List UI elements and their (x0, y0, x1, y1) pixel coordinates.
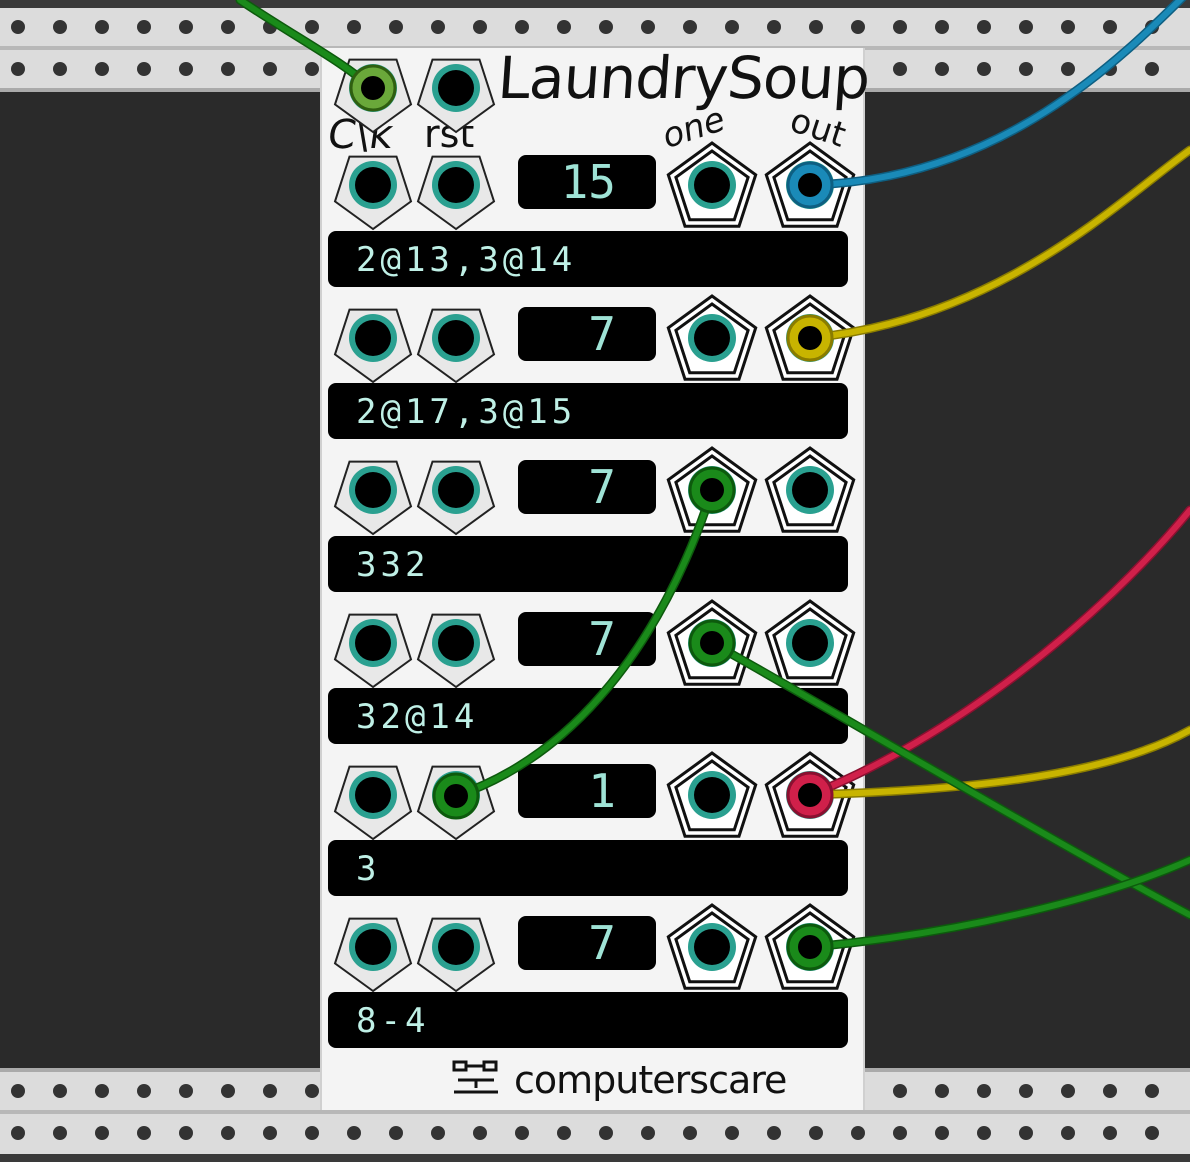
step-display-4: 7 (518, 612, 656, 666)
step-display-1: 15 (518, 155, 656, 209)
sequence-field-5[interactable]: 3 (328, 840, 848, 896)
sequence-field-4[interactable]: 32@14 (328, 688, 848, 744)
step-display-3: 7 (518, 460, 656, 514)
reset-input-label: rst (424, 112, 475, 156)
clock-input-label: C\k (324, 112, 396, 158)
step-display-2: 7 (518, 307, 656, 361)
sequence-field-3[interactable]: 332 (328, 536, 848, 592)
brand-name: computerscare (514, 1058, 787, 1102)
step-display-6: 7 (518, 916, 656, 970)
step-display-5: 1 (518, 764, 656, 818)
sequence-field-1[interactable]: 2@13,3@14 (328, 231, 848, 287)
sequence-field-2[interactable]: 2@17,3@15 (328, 383, 848, 439)
module-title: LaundrySoup (495, 44, 872, 112)
sequence-field-6[interactable]: 8-4 (328, 992, 848, 1048)
computerscare-logo-icon (452, 1060, 498, 1094)
